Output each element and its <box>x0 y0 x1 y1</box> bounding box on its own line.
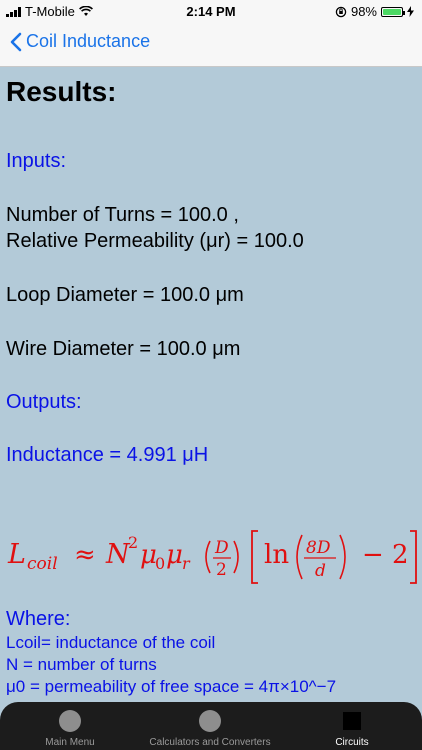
status-bar: T-Mobile 2:14 PM 98% <box>0 0 422 22</box>
inputs-label: Inputs: <box>6 150 67 172</box>
status-right: 98% <box>335 4 414 19</box>
main-menu-circle-icon <box>59 710 81 732</box>
formula-exponent: 2 <box>128 533 138 552</box>
formula-minus-two: 2 <box>392 540 409 570</box>
formula-2-denominator: 2 <box>216 560 227 580</box>
turns-value: Number of Turns = 100.0 , <box>6 204 239 226</box>
formula-mur-sub: r <box>182 554 191 573</box>
results-content: Results: Inputs: Number of Turns = 100.0… <box>6 66 422 702</box>
where-mu0: μ0 = permeability of free space = 4π×10^… <box>6 677 337 696</box>
back-button[interactable]: Coil Inductance <box>10 31 150 52</box>
where-n: N = number of turns <box>6 655 157 674</box>
where-label: Where: <box>6 608 71 630</box>
tab-main-menu-label: Main Menu <box>45 737 95 748</box>
formula-minus: − <box>362 540 384 570</box>
inductance-value: Inductance = 4.991 μH <box>6 444 209 466</box>
formula-d-denominator: d <box>315 561 326 581</box>
formula-approx: ≈ <box>74 540 96 570</box>
calculators-circle-icon <box>199 710 221 732</box>
rotation-lock-icon <box>335 6 347 17</box>
tab-circuits-label: Circuits <box>335 737 369 748</box>
tab-main-menu[interactable]: Main Menu <box>40 702 100 750</box>
nav-bar: Coil Inductance <box>0 22 422 67</box>
permeability-value: Relative Permeability (μr) = 100.0 <box>6 230 304 252</box>
results-title: Results: <box>6 76 117 107</box>
circuits-square-icon <box>343 712 361 730</box>
formula-8D-numerator: 8D <box>306 538 331 558</box>
chevron-left-icon <box>10 32 22 51</box>
loop-diameter-value: Loop Diameter = 100.0 μm <box>6 284 244 306</box>
wire-diameter-value: Wire Diameter = 100.0 μm <box>6 338 241 360</box>
charging-icon <box>407 6 414 17</box>
formula-mur: μ <box>166 540 183 570</box>
battery-icon <box>381 6 405 17</box>
back-button-label: Coil Inductance <box>26 31 151 51</box>
outputs-label: Outputs: <box>6 391 82 413</box>
tab-bar: Main Menu Calculators and Converters Cir… <box>0 702 422 750</box>
tab-circuits[interactable]: Circuits <box>322 702 382 750</box>
battery-fill <box>383 8 401 15</box>
formula-D-numerator: D <box>214 538 229 558</box>
inductance-formula: L coil ≈ N 2 μ 0 μ r D 2 ln 8D d − 2 <box>7 530 417 584</box>
battery-percent: 98% <box>350 4 377 19</box>
tab-calculators[interactable]: Calculators and Converters <box>140 702 280 750</box>
formula-L: L <box>7 539 26 570</box>
tab-calculators-label: Calculators and Converters <box>149 737 271 748</box>
formula-ln: ln <box>264 540 289 570</box>
where-lcoil: Lcoil= inductance of the coil <box>6 633 216 652</box>
formula-coil: coil <box>27 554 58 574</box>
formula-mu0-sub: 0 <box>155 554 165 573</box>
